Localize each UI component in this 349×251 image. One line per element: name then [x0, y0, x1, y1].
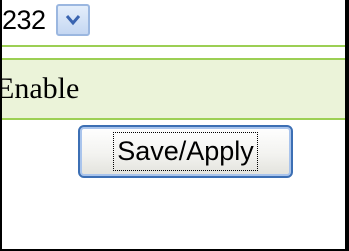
settings-panel: 232 Enable Save/Apply [0, 0, 349, 251]
save-apply-label: Save/Apply [113, 132, 258, 171]
port-select[interactable]: 232 [2, 0, 90, 40]
enable-label: Enable [0, 72, 80, 105]
section-divider [2, 45, 345, 47]
save-apply-button[interactable]: Save/Apply [78, 125, 293, 178]
chevron-down-icon [65, 15, 80, 26]
port-select-value[interactable]: 232 [2, 5, 46, 36]
enable-row: Enable [2, 58, 345, 120]
dropdown-button[interactable] [55, 4, 90, 36]
